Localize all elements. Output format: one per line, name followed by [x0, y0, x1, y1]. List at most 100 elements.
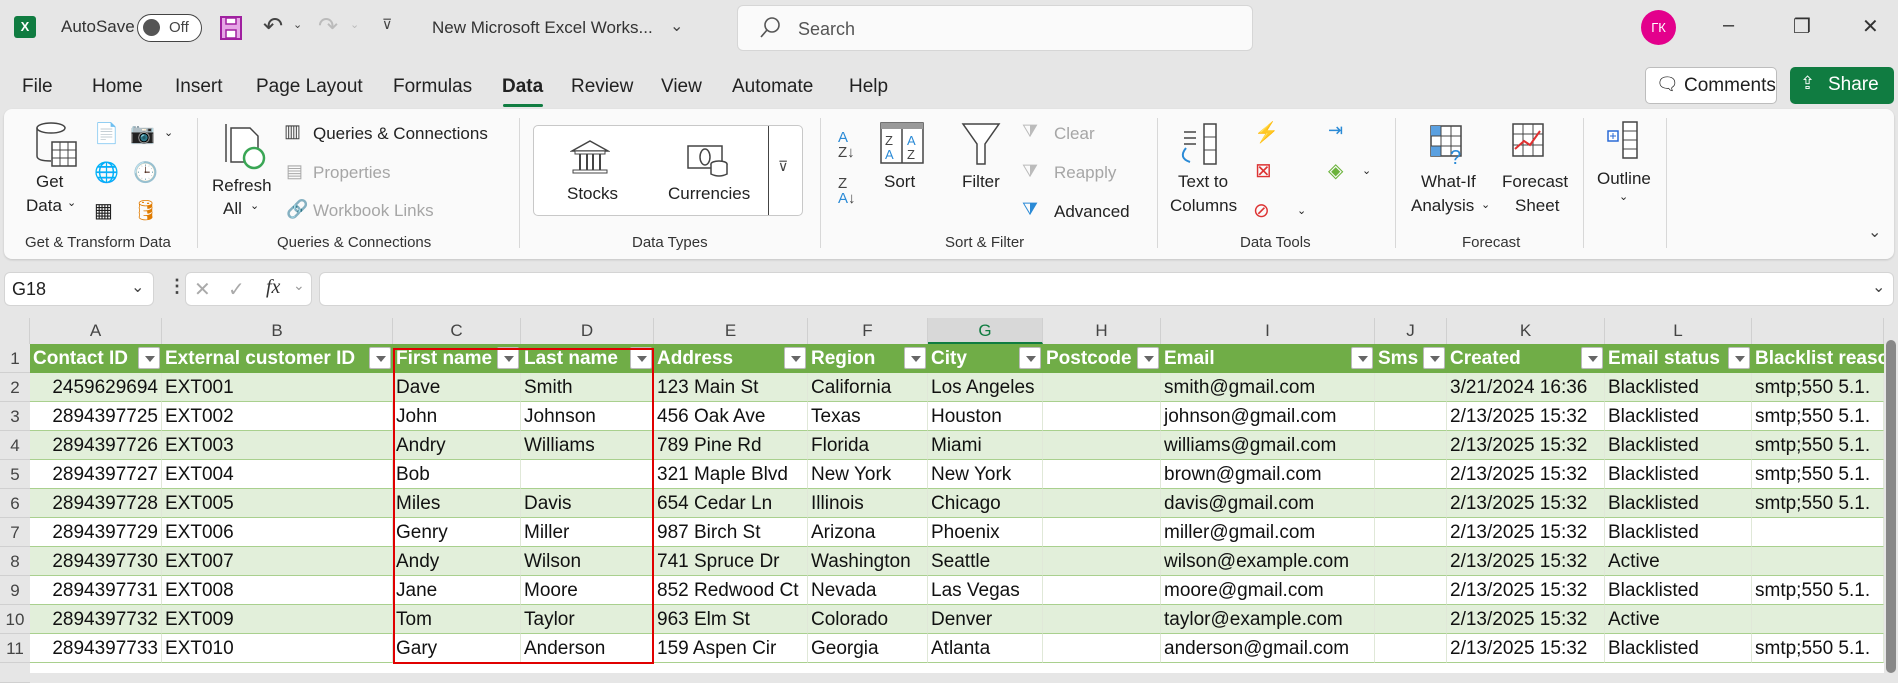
table-cell[interactable]: 2/13/2025 15:32	[1447, 402, 1605, 431]
table-cell[interactable]: 789 Pine Rd	[654, 431, 808, 460]
table-cell[interactable]	[1375, 460, 1447, 489]
table-cell[interactable]: 2894397732	[30, 605, 162, 634]
table-cell[interactable]: Seattle	[928, 547, 1043, 576]
row-header[interactable]: 5	[0, 460, 30, 489]
table-cell[interactable]: smtp;550 5.1.	[1752, 431, 1884, 460]
table-cell[interactable]: 321 Maple Blvd	[654, 460, 808, 489]
data-validation-icon[interactable]: ⊘	[1253, 198, 1270, 223]
table-cell[interactable]	[1043, 489, 1161, 518]
table-cell[interactable]: 2/13/2025 15:32	[1447, 634, 1605, 663]
table-header-cell[interactable]: External customer ID	[162, 344, 393, 373]
table-cell[interactable]: smtp;550 5.1.	[1752, 460, 1884, 489]
outline-icon[interactable]	[1605, 120, 1641, 160]
flash-fill-icon[interactable]: ⚡	[1254, 120, 1279, 145]
table-cell[interactable]: Moore	[521, 576, 654, 605]
table-header-cell[interactable]: Region	[808, 344, 928, 373]
table-cell[interactable]: 2/13/2025 15:32	[1447, 489, 1605, 518]
table-cell[interactable]: Smith	[521, 373, 654, 402]
data-validation-chevron-icon[interactable]: ⌄	[1297, 204, 1306, 217]
user-avatar[interactable]: ГК	[1641, 10, 1676, 45]
tab-page-layout[interactable]: Page Layout	[256, 76, 363, 98]
table-cell[interactable]	[1043, 431, 1161, 460]
table-cell[interactable]: 2/13/2025 15:32	[1447, 605, 1605, 634]
table-cell[interactable]: smtp;550 5.1.	[1752, 634, 1884, 663]
table-cell[interactable]	[1043, 547, 1161, 576]
column-header[interactable]: K	[1447, 318, 1605, 344]
get-data-label-1[interactable]: Get	[36, 172, 63, 192]
table-cell[interactable]: Blacklisted	[1605, 576, 1752, 605]
currencies-icon[interactable]	[687, 142, 729, 178]
advanced-button[interactable]: Advanced	[1054, 202, 1130, 222]
table-cell[interactable]	[1043, 518, 1161, 547]
title-chevron-down-icon[interactable]: ⌄	[670, 16, 683, 36]
table-cell[interactable]: EXT001	[162, 373, 393, 402]
outline-chevron-icon[interactable]: ⌄	[1619, 190, 1628, 203]
table-cell[interactable]: Taylor	[521, 605, 654, 634]
table-cell[interactable]: davis@gmail.com	[1161, 489, 1375, 518]
table-cell[interactable]: Miller	[521, 518, 654, 547]
column-header[interactable]: C	[393, 318, 521, 344]
table-cell[interactable]: 2894397730	[30, 547, 162, 576]
table-cell[interactable]: 2894397728	[30, 489, 162, 518]
tab-review[interactable]: Review	[571, 76, 633, 98]
table-cell[interactable]: John	[393, 402, 521, 431]
column-header[interactable]: H	[1043, 318, 1161, 344]
row-header[interactable]: 10	[0, 605, 30, 634]
tab-home[interactable]: Home	[92, 76, 143, 98]
collapse-ribbon-icon[interactable]: ⌄	[1868, 222, 1881, 242]
table-cell[interactable]	[1375, 489, 1447, 518]
table-cell[interactable]	[1043, 373, 1161, 402]
table-cell[interactable]: Arizona	[808, 518, 928, 547]
table-cell[interactable]: 852 Redwood Ct	[654, 576, 808, 605]
data-types-expand-icon[interactable]: ⊽	[778, 158, 788, 175]
table-cell[interactable]: Andy	[393, 547, 521, 576]
table-cell[interactable]: Miami	[928, 431, 1043, 460]
table-cell[interactable]: Williams	[521, 431, 654, 460]
document-title[interactable]: New Microsoft Excel Works...	[432, 18, 653, 38]
table-cell[interactable]: Atlanta	[928, 634, 1043, 663]
name-box-chevron-icon[interactable]: ⌄	[131, 277, 144, 297]
from-picture-chevron-icon[interactable]: ⌄	[164, 126, 173, 139]
table-cell[interactable]	[1375, 518, 1447, 547]
table-cell[interactable]: moore@gmail.com	[1161, 576, 1375, 605]
table-cell[interactable]	[1752, 605, 1884, 634]
outline-button[interactable]: Outline	[1597, 169, 1651, 189]
search-box[interactable]: Search	[737, 5, 1253, 51]
restore-button[interactable]: ❐	[1793, 14, 1811, 39]
filter-dropdown-icon[interactable]	[630, 347, 652, 369]
table-header-cell[interactable]: First name	[393, 344, 521, 373]
table-cell[interactable]: 2894397729	[30, 518, 162, 547]
table-cell[interactable]: Los Angeles	[928, 373, 1043, 402]
table-cell[interactable]: johnson@gmail.com	[1161, 402, 1375, 431]
filter-dropdown-icon[interactable]	[784, 347, 806, 369]
table-cell[interactable]: Johnson	[521, 402, 654, 431]
customize-toolbar-icon[interactable]: ⊽	[382, 16, 392, 33]
row-header[interactable]: 11	[0, 634, 30, 663]
table-header-cell[interactable]: Postcode	[1043, 344, 1161, 373]
table-cell[interactable]: Blacklisted	[1605, 518, 1752, 547]
table-cell[interactable]: wilson@example.com	[1161, 547, 1375, 576]
stocks-button[interactable]: Stocks	[567, 184, 618, 204]
undo-dropdown-icon[interactable]: ⌄	[293, 18, 302, 31]
more-options-icon[interactable]: ⋮	[168, 276, 186, 297]
column-header[interactable]	[1752, 318, 1884, 344]
redo-icon[interactable]: ↷	[318, 12, 338, 41]
table-cell[interactable]: Blacklisted	[1605, 460, 1752, 489]
column-header[interactable]: B	[162, 318, 393, 344]
table-cell[interactable]: California	[808, 373, 928, 402]
column-header[interactable]: G	[928, 318, 1043, 344]
table-cell[interactable]: Davis	[521, 489, 654, 518]
table-cell[interactable]: smtp;550 5.1.	[1752, 576, 1884, 605]
refresh-all-icon[interactable]	[222, 122, 270, 170]
table-cell[interactable]: 2894397731	[30, 576, 162, 605]
table-cell[interactable]: smtp;550 5.1.	[1752, 402, 1884, 431]
table-cell[interactable]	[1375, 402, 1447, 431]
column-header[interactable]: E	[654, 318, 808, 344]
table-cell[interactable]: 2459629694	[30, 373, 162, 402]
table-cell[interactable]: Miles	[393, 489, 521, 518]
table-cell[interactable]	[1375, 431, 1447, 460]
table-cell[interactable]: Active	[1605, 547, 1752, 576]
table-cell[interactable]	[1752, 547, 1884, 576]
column-header[interactable]: J	[1375, 318, 1447, 344]
table-cell[interactable]: 2/13/2025 15:32	[1447, 576, 1605, 605]
